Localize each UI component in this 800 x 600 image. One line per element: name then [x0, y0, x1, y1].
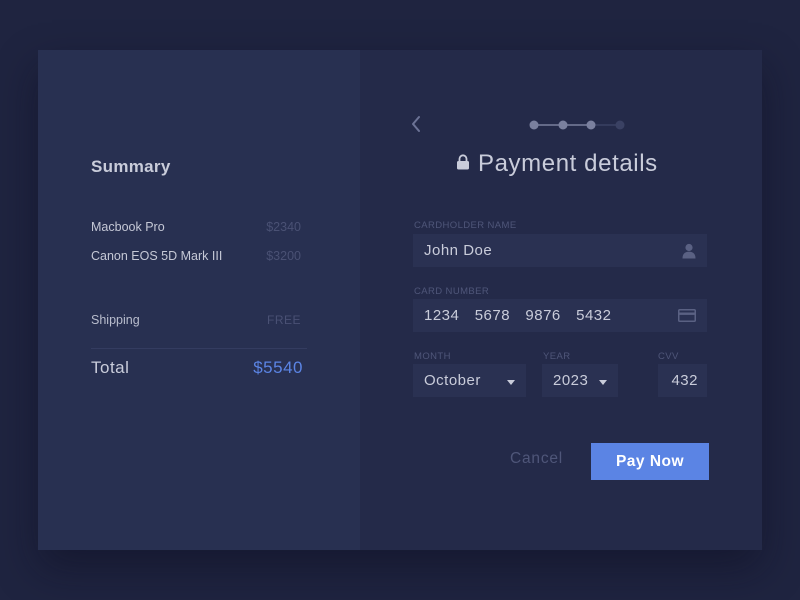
cardholder-field[interactable]: John Doe: [413, 234, 707, 267]
card-number-field[interactable]: 1234 5678 9876 5432: [413, 299, 707, 332]
payment-title-text: Payment details: [478, 150, 658, 177]
year-select[interactable]: 2023: [542, 364, 618, 397]
progress-steps: [528, 118, 628, 132]
cvv-value: 432: [671, 372, 698, 389]
month-label: MONTH: [414, 351, 451, 362]
card-number-value: 1234 5678 9876 5432: [424, 307, 612, 324]
shipping-value: FREE: [266, 313, 301, 327]
line-item-name: Macbook Pro: [91, 220, 165, 234]
user-icon: [682, 243, 696, 259]
month-value: October: [424, 372, 481, 389]
line-item-price: $2340: [266, 220, 301, 234]
year-value: 2023: [553, 372, 589, 389]
step-dot: [529, 120, 539, 130]
line-item: Canon EOS 5D Mark III $3200: [91, 249, 301, 263]
summary-panel: Summary Macbook Pro $2340 Canon EOS 5D M…: [38, 50, 360, 550]
shipping-label: Shipping: [91, 313, 140, 327]
checkout-card: Summary Macbook Pro $2340 Canon EOS 5D M…: [38, 50, 762, 550]
pay-now-button[interactable]: Pay Now: [591, 443, 709, 480]
step-dot: [586, 120, 596, 130]
step-dot: [558, 120, 568, 130]
line-item-name: Canon EOS 5D Mark III: [91, 249, 223, 263]
month-select[interactable]: October: [413, 364, 526, 397]
caret-down-icon: [599, 379, 607, 385]
total-row: Total $5540: [91, 358, 303, 378]
cardholder-label: CARDHOLDER NAME: [414, 220, 517, 231]
card-number-label: CARD NUMBER: [414, 286, 490, 297]
line-item: Macbook Pro $2340: [91, 220, 301, 234]
caret-down-icon: [507, 379, 515, 385]
lock-icon: [456, 153, 470, 175]
cvv-label: CVV: [658, 351, 679, 362]
payment-title: Payment details: [456, 150, 658, 178]
shipping-row: Shipping FREE: [91, 313, 301, 327]
line-item-price: $3200: [266, 249, 301, 263]
chevron-left-icon[interactable]: [406, 114, 426, 134]
cvv-field[interactable]: 432: [658, 364, 707, 397]
credit-card-icon: [678, 309, 696, 322]
year-label: YEAR: [543, 351, 571, 362]
cancel-button[interactable]: Cancel: [510, 450, 563, 468]
total-label: Total: [91, 358, 130, 377]
summary-title: Summary: [91, 157, 171, 176]
total-divider: [91, 348, 307, 349]
payment-panel: Payment details CARDHOLDER NAME John Doe…: [360, 50, 762, 550]
cardholder-value: John Doe: [424, 242, 493, 259]
total-amount: $5540: [253, 358, 303, 377]
step-dot: [615, 120, 625, 130]
